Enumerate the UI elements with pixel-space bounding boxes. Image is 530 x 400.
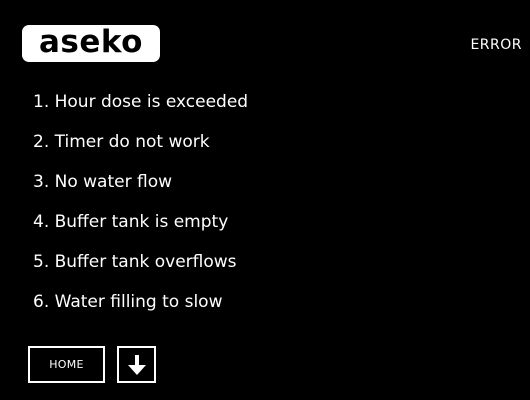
error-item-6: 6. Water filling to slow	[33, 292, 223, 312]
error-item-2: 2. Timer do not work	[33, 132, 210, 152]
page-title: ERROR	[470, 37, 522, 53]
logo-text: aseko	[39, 24, 143, 60]
error-item-3: 3. No water flow	[33, 172, 172, 192]
error-item-5: 5. Buffer tank overflows	[33, 252, 237, 272]
scroll-down-button[interactable]	[117, 346, 156, 383]
error-item-4: 4. Buffer tank is empty	[33, 212, 229, 232]
error-list: 1. Hour dose is exceeded 2. Timer do not…	[33, 90, 248, 330]
arrow-down-icon	[127, 354, 147, 376]
error-item-1: 1. Hour dose is exceeded	[33, 92, 249, 112]
aseko-logo: aseko	[22, 24, 160, 62]
error-screen: aseko ERROR 1. Hour dose is exceeded 2. …	[0, 0, 530, 400]
home-button[interactable]: HOME	[28, 346, 105, 383]
